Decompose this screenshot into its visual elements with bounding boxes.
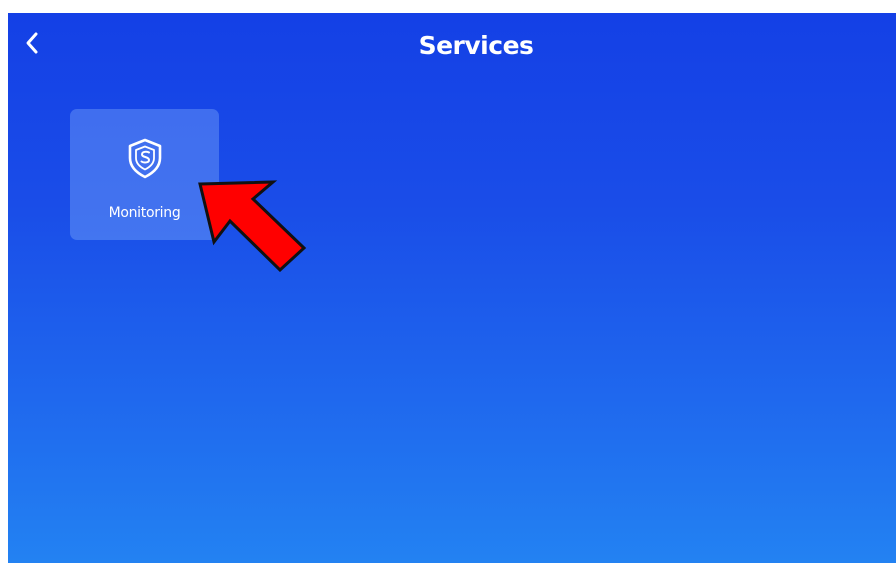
page-title: Services: [418, 31, 534, 60]
monitoring-service-tile[interactable]: Monitoring: [70, 109, 219, 240]
photo-frame: Services Monitoring: [0, 0, 896, 563]
monitoring-label: Monitoring: [108, 205, 181, 221]
services-screen: Services Monitoring: [8, 13, 896, 563]
shield-s-icon: [128, 138, 162, 179]
